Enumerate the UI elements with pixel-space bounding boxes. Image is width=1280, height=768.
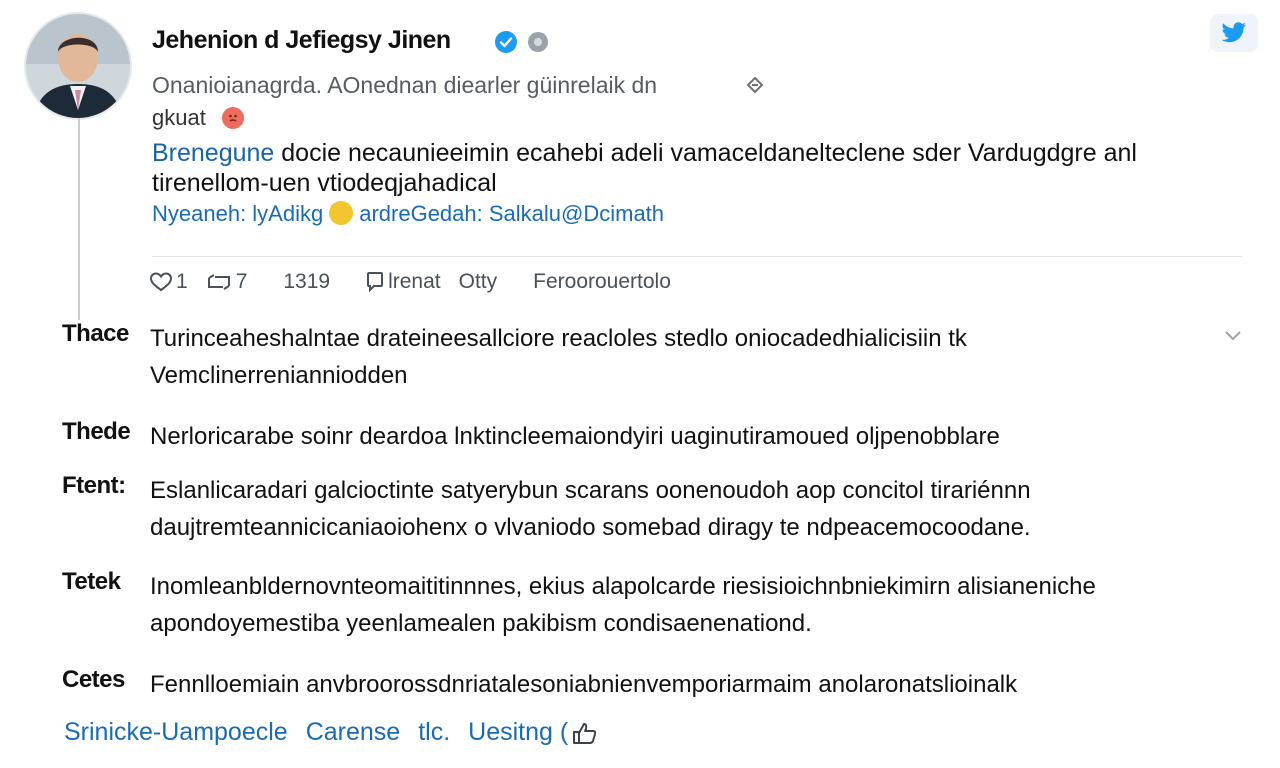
user-handle[interactable]: Onanioianagrda. AOnednan diearler güinre…: [152, 72, 657, 99]
thread-row-text: Inomleanbldernovnteomaititinnnes, ekius …: [150, 573, 1096, 637]
thread-row-label: Tetek: [62, 568, 121, 595]
retweet-button[interactable]: 7: [206, 270, 248, 294]
tag-link[interactable]: Nyeaneh: lyAdikg: [152, 201, 323, 226]
footer-links: Srinicke-Uampoecle Carense tlc. Uesitng …: [64, 718, 598, 747]
thread-row-text: Turinceaheshalntae drateineesallciore re…: [150, 325, 967, 389]
thread-row-text: Eslanlicaradari galcioctinte satyerybun …: [150, 477, 1031, 541]
verified-badge-icon: [494, 30, 518, 54]
action-bar: 1 7 1319 lrenat Otty Feroorouertolo: [150, 268, 707, 296]
post-body-link[interactable]: Brenegune: [152, 139, 274, 167]
avatar[interactable]: [26, 14, 130, 118]
thread-row-text: Nerloricarabe soinr deardoa lnktincleema…: [150, 423, 1000, 450]
footer-link[interactable]: tlc.: [418, 718, 450, 747]
footer-link[interactable]: Srinicke-Uampoecle: [64, 718, 288, 747]
thread-row-label: Cetes: [62, 666, 125, 693]
divider: [152, 256, 1242, 257]
like-button[interactable]: 1: [150, 270, 188, 294]
views-button[interactable]: 1319: [283, 270, 330, 294]
retweet-icon: [207, 274, 230, 290]
post-body: Brenegune docie necaunieeimin ecahebi ad…: [152, 138, 1212, 198]
post-body-text: docie necaunieeimin ecahebi adeli vamace…: [152, 139, 1137, 197]
thread-line: [78, 118, 80, 320]
reply-bubble-icon: [367, 272, 384, 293]
post-tags: Nyeaneh: lyAdikg ardreGedah: Salkalu@Dcim…: [152, 201, 664, 227]
emoji-face-icon: [329, 201, 354, 225]
footer-link[interactable]: Carense: [306, 718, 401, 747]
link-icon: [744, 74, 766, 96]
tag-link[interactable]: ardreGedah: Salkalu@Dcimath: [359, 201, 664, 226]
views-count: 1319: [283, 270, 331, 293]
more-label: Feroorouertolo: [533, 270, 671, 293]
reply-extra-label: Otty: [458, 270, 498, 293]
footer-link[interactable]: Uesitng (: [468, 718, 598, 747]
avatar-portrait: [26, 14, 130, 118]
heart-icon: [150, 272, 172, 292]
footer-link-label: Uesitng (: [468, 718, 569, 746]
retweet-count: 7: [235, 270, 248, 293]
twitter-link-button[interactable]: [1210, 14, 1258, 52]
display-name[interactable]: Jehenion d Jefiegsy Jinen: [152, 26, 451, 55]
more-button[interactable]: Feroorouertolo: [533, 270, 671, 294]
chevron-down-icon[interactable]: [1222, 324, 1244, 346]
thread-row-label: Thace: [62, 320, 129, 347]
thread-row-label: Thede: [62, 418, 131, 445]
thumbs-up-icon: [573, 722, 597, 744]
thread-row-text: Fennlloemiain anvbroorossdnriatalesoniab…: [150, 671, 1018, 698]
user-subtitle: gkuat: [152, 105, 206, 130]
thread-row-label: Ftent:: [62, 472, 126, 499]
like-count: 1: [176, 270, 188, 293]
affiliation-badge-icon: [526, 30, 550, 54]
reply-button[interactable]: lrenat: [366, 270, 441, 294]
reply-extra-button[interactable]: Otty: [459, 270, 498, 294]
twitter-bird-icon: [1221, 22, 1246, 43]
emoji-icon: [222, 107, 244, 129]
reply-label: lrenat: [388, 270, 441, 293]
